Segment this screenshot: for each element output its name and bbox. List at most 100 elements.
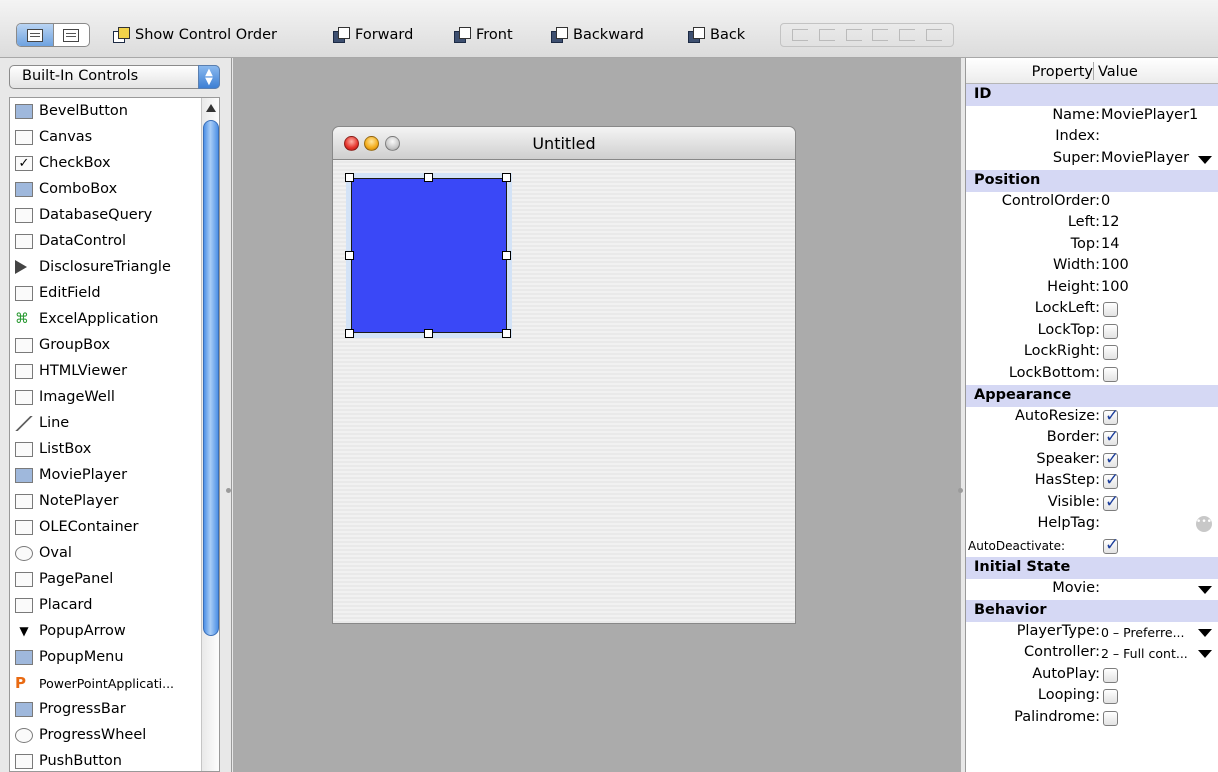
align-top-icon[interactable] — [872, 29, 889, 41]
value-column-header[interactable]: Value — [1098, 64, 1138, 80]
palette-item-excelapplication[interactable]: ⌘ ExcelApplication — [10, 306, 200, 332]
view-mode-segmented-control[interactable] — [16, 23, 90, 47]
palette-item-pushbutton[interactable]: PushButton — [10, 748, 200, 771]
dropdown-arrow-icon[interactable] — [1198, 650, 1212, 658]
prop-value[interactable]: 0 — [1101, 193, 1110, 209]
palette-item-htmlviewer[interactable]: HTMLViewer — [10, 358, 200, 384]
prop-row-looping[interactable]: Looping: — [966, 686, 1218, 708]
palette-item-progressbar[interactable]: ProgressBar — [10, 696, 200, 722]
resize-handle-top-left[interactable] — [345, 173, 354, 182]
align-center-icon[interactable] — [818, 29, 835, 41]
resize-handle-bottom-left[interactable] — [345, 329, 354, 338]
palette-item-movieplayer[interactable]: MoviePlayer — [10, 462, 200, 488]
palette-item-combobox[interactable]: ComboBox — [10, 176, 200, 202]
align-bottom-icon[interactable] — [925, 29, 942, 41]
window-title-bar[interactable]: Untitled — [333, 127, 795, 160]
show-control-order-button[interactable]: Show Control Order — [112, 24, 277, 46]
prop-row-helptag[interactable]: HelpTag: ••• — [966, 514, 1218, 536]
speaker-checkbox[interactable] — [1103, 449, 1119, 469]
prop-row-autodeactivate[interactable]: AutoDeactivate: — [966, 535, 1218, 558]
prop-value[interactable]: 2 – Full cont... — [1101, 646, 1188, 661]
palette-item-imagewell[interactable]: ImageWell — [10, 384, 200, 410]
prop-row-index[interactable]: Index: — [966, 127, 1218, 149]
close-window-icon[interactable] — [344, 136, 359, 151]
prop-row-speaker[interactable]: Speaker: — [966, 449, 1218, 472]
property-column-header[interactable]: Property — [1032, 64, 1093, 80]
prop-value[interactable]: 14 — [1101, 236, 1119, 252]
scroll-up-arrow-icon[interactable] — [206, 104, 216, 112]
dropdown-arrow-icon[interactable] — [1198, 628, 1212, 637]
dropdown-arrow-icon[interactable] — [1198, 155, 1212, 164]
prop-row-top[interactable]: Top: 14 — [966, 235, 1218, 257]
back-button[interactable]: Back — [687, 24, 745, 46]
prop-row-movie[interactable]: Movie: — [966, 579, 1218, 601]
front-button[interactable]: Front — [453, 24, 513, 46]
prop-row-name[interactable]: Name: MoviePlayer1 — [966, 106, 1218, 128]
prop-row-autoplay[interactable]: AutoPlay: — [966, 665, 1218, 687]
prop-value[interactable]: MoviePlayer1 — [1101, 107, 1198, 123]
controls-list-scrollbar[interactable] — [201, 98, 219, 771]
prop-row-playertype[interactable]: PlayerType: 0 – Preferre... — [966, 622, 1218, 644]
layout-view-button[interactable] — [17, 24, 54, 46]
lockbottom-checkbox[interactable] — [1103, 366, 1118, 382]
autoresize-checkbox[interactable] — [1103, 406, 1119, 426]
prop-value[interactable]: MoviePlayer — [1101, 150, 1189, 166]
resize-handle-bottom[interactable] — [424, 329, 433, 338]
palette-item-progresswheel[interactable]: ProgressWheel — [10, 722, 200, 748]
palette-item-checkbox[interactable]: ✓ CheckBox — [10, 150, 200, 176]
palette-item-placard[interactable]: Placard — [10, 592, 200, 618]
palette-item-groupbox[interactable]: GroupBox — [10, 332, 200, 358]
dropdown-arrow-icon[interactable] — [1198, 585, 1212, 594]
controls-category-popup[interactable]: Built-In Controls ▲ ▼ — [9, 65, 220, 89]
palette-item-bevelbutton[interactable]: BevelButton — [10, 98, 200, 124]
minimize-window-icon[interactable] — [364, 136, 379, 151]
lockright-checkbox[interactable] — [1103, 345, 1118, 360]
lockleft-checkbox[interactable] — [1103, 302, 1118, 317]
resize-handle-bottom-right[interactable] — [502, 329, 511, 338]
resize-handle-top[interactable] — [424, 173, 433, 182]
prop-value[interactable]: 100 — [1101, 257, 1129, 273]
column-divider[interactable] — [1093, 62, 1094, 80]
prop-value[interactable]: 0 – Preferre... — [1101, 625, 1185, 640]
border-checkbox[interactable] — [1103, 427, 1119, 447]
code-view-button[interactable] — [54, 24, 90, 46]
prop-row-visible[interactable]: Visible: — [966, 492, 1218, 515]
autoplay-checkbox[interactable] — [1103, 667, 1118, 683]
palette-item-datacontrol[interactable]: DataControl — [10, 228, 200, 254]
align-left-icon[interactable] — [792, 29, 809, 41]
align-right-icon[interactable] — [845, 29, 862, 41]
palette-item-pagepanel[interactable]: PagePanel — [10, 566, 200, 592]
palette-item-listbox[interactable]: ListBox — [10, 436, 200, 462]
resize-handle-right[interactable] — [502, 251, 511, 260]
prop-row-lockright[interactable]: LockRight: — [966, 342, 1218, 364]
locktop-checkbox[interactable] — [1103, 323, 1118, 339]
palette-item-popuparrow[interactable]: ▼ PopupArrow — [10, 618, 200, 644]
prop-row-hasstep[interactable]: HasStep: — [966, 470, 1218, 493]
right-splitter-handle[interactable] — [958, 488, 963, 493]
palette-item-noteplayer[interactable]: NotePlayer — [10, 488, 200, 514]
prop-row-super[interactable]: Super: MoviePlayer — [966, 149, 1218, 171]
palette-item-olecontainer[interactable]: OLEContainer — [10, 514, 200, 540]
backward-button[interactable]: Backward — [550, 24, 644, 46]
visible-checkbox[interactable] — [1103, 492, 1119, 512]
prop-value[interactable]: 12 — [1101, 214, 1119, 230]
palette-item-canvas[interactable]: Canvas — [10, 124, 200, 150]
prop-row-lockleft[interactable]: LockLeft: — [966, 299, 1218, 321]
palette-item-databasequery[interactable]: DatabaseQuery — [10, 202, 200, 228]
prop-row-locktop[interactable]: LockTop: — [966, 321, 1218, 343]
forward-button[interactable]: Forward — [332, 24, 413, 46]
ellipsis-icon[interactable]: ••• — [1196, 516, 1212, 532]
prop-row-controller[interactable]: Controller: 2 – Full cont... — [966, 643, 1218, 665]
prop-row-controlorder[interactable]: ControlOrder: 0 — [966, 192, 1218, 214]
hasstep-checkbox[interactable] — [1103, 470, 1119, 490]
prop-value[interactable]: 100 — [1101, 279, 1129, 295]
prop-row-autoresize[interactable]: AutoResize: — [966, 406, 1218, 429]
palette-item-powerpointapplicati[interactable]: P PowerPointApplicati... — [10, 670, 200, 696]
prop-row-width[interactable]: Width: 100 — [966, 256, 1218, 278]
align-middle-icon[interactable] — [898, 29, 915, 41]
palette-item-line[interactable]: Line — [10, 410, 200, 436]
scroll-thumb[interactable] — [203, 120, 219, 636]
resize-handle-top-right[interactable] — [502, 173, 511, 182]
untitled-window[interactable]: Untitled — [332, 126, 796, 624]
autodeactivate-checkbox[interactable] — [1103, 535, 1119, 555]
